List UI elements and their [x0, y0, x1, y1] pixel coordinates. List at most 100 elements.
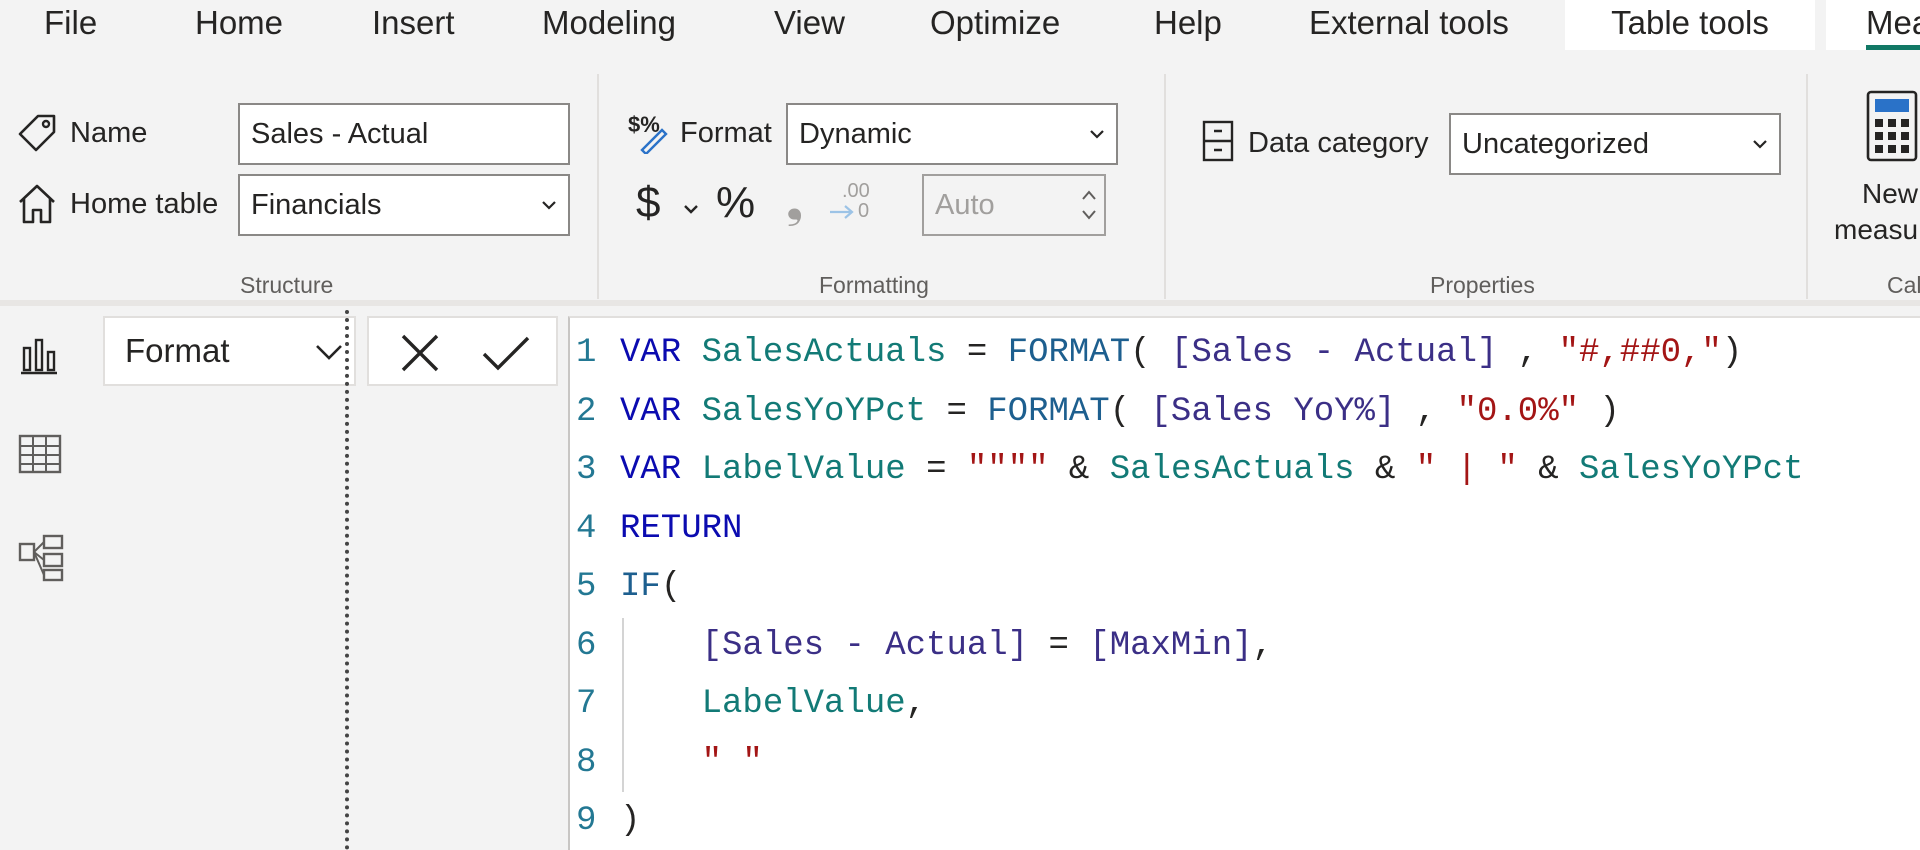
ribbon-separator [597, 74, 599, 299]
code-token: "#,##0," [1558, 334, 1722, 372]
new-measure-button[interactable]: New measu [1828, 90, 1920, 290]
format-select[interactable]: Dynamic [786, 103, 1118, 165]
menu-bar: File Home Insert Modeling View Optimize … [0, 0, 1920, 50]
commit-check-icon[interactable] [481, 332, 531, 374]
code-token: & [1354, 451, 1416, 489]
active-tab-underline [1866, 45, 1920, 50]
chevron-down-icon [1090, 130, 1104, 139]
code-token: VAR [620, 334, 702, 372]
line-number: 2 [576, 392, 597, 431]
menu-home[interactable]: Home [195, 0, 283, 50]
data-category-value: Uncategorized [1462, 129, 1649, 159]
code-token: "0.0%" [1456, 392, 1579, 431]
code-token: ( [1130, 334, 1171, 372]
dax-editor[interactable]: 1 VAR SalesActuals = FORMAT( [Sales - Act… [568, 316, 1920, 850]
pane-resize-handle[interactable] [345, 310, 349, 850]
structure-group-label: Structure [240, 272, 334, 298]
currency-dropdown-icon[interactable] [680, 198, 702, 220]
name-label: Name [70, 117, 148, 149]
code-token: [MaxMin] [1089, 626, 1253, 665]
code-token: , [905, 685, 927, 723]
format-value: Dynamic [799, 119, 912, 149]
code-text: " " [620, 734, 763, 792]
code-token: & [1517, 451, 1580, 489]
name-field[interactable]: Sales - Actual [238, 103, 570, 165]
code-token: SalesYoYPct [1579, 451, 1804, 489]
menu-measure-tools[interactable]: Mea [1826, 0, 1920, 50]
currency-button[interactable]: $ [636, 178, 660, 228]
name-field-value: Sales - Actual [251, 119, 429, 149]
code-text: VAR SalesActuals = FORMAT( [Sales - Actu… [620, 324, 1742, 382]
ribbon-separator [1806, 74, 1808, 299]
ribbon-separator [1164, 74, 1166, 299]
decimal-bottom: 0 [858, 200, 870, 222]
new-measure-label-2: measu [1834, 214, 1919, 245]
code-token: " | " [1415, 451, 1518, 489]
code-token: IF [620, 568, 661, 606]
menu-insert[interactable]: Insert [372, 0, 455, 50]
report-view-icon[interactable] [18, 334, 60, 376]
code-token: SalesActuals [1109, 451, 1355, 489]
code-token: ) [620, 802, 641, 840]
code-token: ( [1109, 392, 1151, 431]
data-category-select[interactable]: Uncategorized [1449, 113, 1781, 175]
menu-modeling[interactable]: Modeling [542, 0, 676, 50]
menu-optimize[interactable]: Optimize [930, 0, 1060, 50]
code-token: [Sales - Actual] [701, 626, 1029, 665]
menu-help[interactable]: Help [1154, 0, 1222, 50]
code-token: [Sales YoY%] [1150, 392, 1396, 431]
formatting-group-label: Formatting [819, 272, 929, 298]
format-icon: $% [628, 112, 668, 154]
code-text: RETURN [620, 500, 742, 558]
arrow-right-icon [830, 205, 854, 219]
data-category-label: Data category [1248, 127, 1429, 159]
code-token: FORMAT [987, 392, 1110, 431]
code-token: """" [966, 451, 1049, 489]
code-token: RETURN [620, 509, 743, 548]
property-dropdown[interactable]: Format [103, 316, 356, 386]
model-view-icon[interactable] [18, 534, 64, 582]
line-number: 8 [576, 743, 597, 782]
home-table-value: Financials [251, 190, 382, 220]
tag-icon [18, 114, 56, 152]
formula-commands [367, 316, 558, 386]
chevron-down-icon [1753, 140, 1767, 149]
code-token: SalesYoYPct [701, 392, 927, 431]
ribbon-bottom-divider [0, 300, 1920, 306]
decimal-places-spinner[interactable]: Auto [922, 174, 1106, 236]
chevron-down-icon [542, 201, 556, 210]
home-table-select[interactable]: Financials [238, 174, 570, 236]
cancel-icon[interactable] [399, 332, 441, 374]
code-token: , [1395, 392, 1457, 431]
code-token: ) [1579, 392, 1620, 431]
code-token: ) [1721, 334, 1743, 372]
decimal-decrease-button[interactable]: .00 0 [828, 180, 878, 230]
code-token: VAR [620, 451, 702, 489]
code-token: , [1252, 626, 1273, 665]
percent-button[interactable]: % [716, 178, 755, 228]
table-view-icon[interactable] [18, 434, 62, 474]
calculations-group-label: Cal [1887, 272, 1920, 298]
code-token: SalesActuals [701, 334, 947, 372]
menu-view[interactable]: View [774, 0, 845, 50]
code-token: LabelValue [701, 451, 906, 489]
line-number: 9 [576, 802, 597, 840]
code-token: = [1028, 626, 1090, 665]
spinner-arrows-icon [1082, 190, 1096, 220]
code-text: VAR SalesYoYPct = FORMAT( [Sales YoY%] ,… [620, 383, 1620, 441]
menu-file[interactable]: File [44, 0, 97, 50]
code-text: ) [620, 792, 640, 850]
line-number: 6 [576, 626, 597, 665]
menu-table-tools[interactable]: Table tools [1565, 0, 1815, 50]
code-text: [Sales - Actual] = [MaxMin], [620, 617, 1273, 675]
code-token: FORMAT [1007, 334, 1131, 372]
comma-style-button[interactable]: ❟ [786, 178, 803, 228]
chevron-down-icon [316, 345, 342, 360]
code-token: LabelValue [701, 685, 906, 723]
menu-external-tools[interactable]: External tools [1309, 0, 1509, 50]
code-token: ( [660, 568, 682, 606]
line-number: 4 [576, 509, 597, 548]
